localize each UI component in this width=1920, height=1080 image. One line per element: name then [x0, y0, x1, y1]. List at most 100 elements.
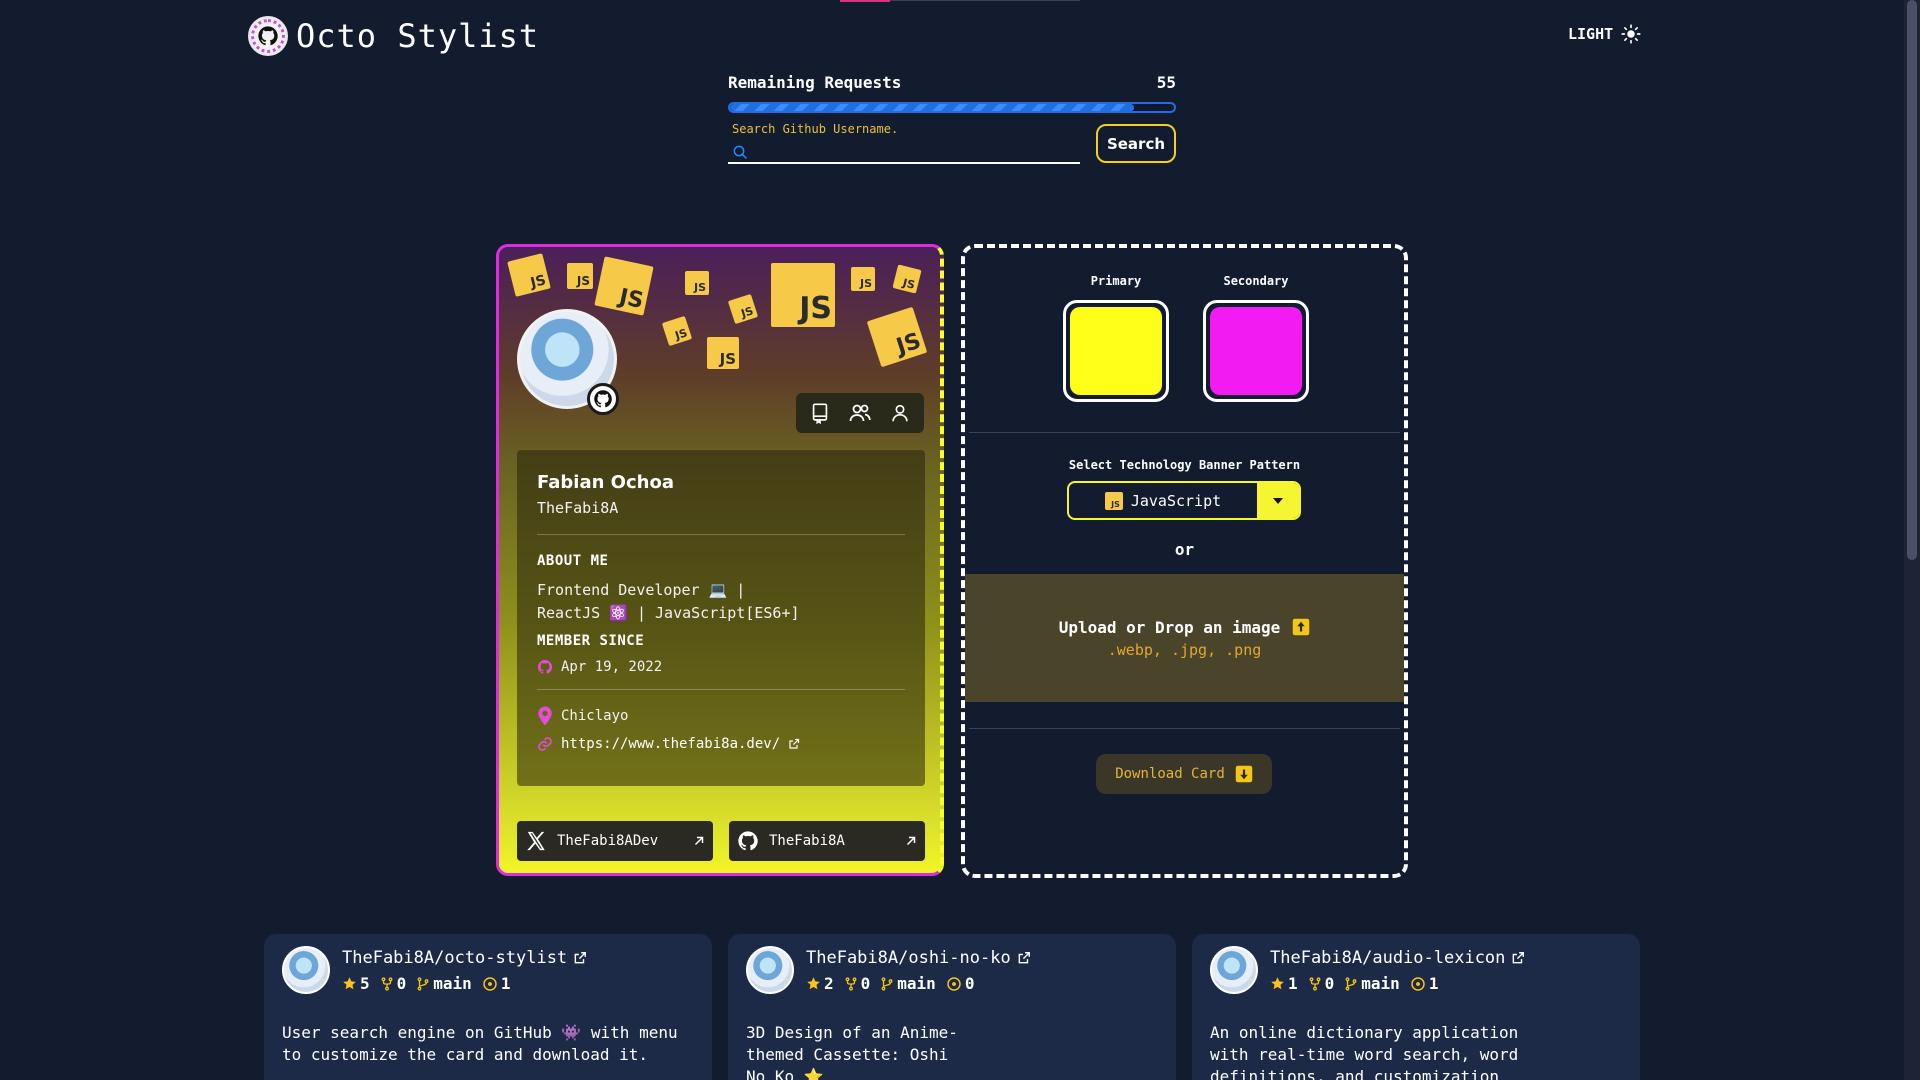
- issue-icon: [947, 976, 961, 991]
- repo-name[interactable]: TheFabi8A/oshi-no-ko: [806, 948, 1011, 968]
- twitter-handle: TheFabi8ADev: [557, 833, 659, 849]
- external-link-icon: [1018, 952, 1030, 964]
- external-link-icon: [1513, 952, 1525, 964]
- download-icon: [1235, 765, 1253, 783]
- pattern-label: Select Technology Banner Pattern: [1068, 458, 1301, 472]
- secondary-color-picker[interactable]: [1203, 300, 1309, 402]
- star-count: 1: [1288, 974, 1298, 993]
- divider: [969, 432, 1400, 433]
- search-button[interactable]: Search: [1096, 124, 1176, 163]
- download-card-button[interactable]: Download Card: [1096, 754, 1272, 794]
- external-link-icon: [789, 738, 800, 749]
- requests-count: 55: [1156, 73, 1176, 92]
- fork-icon: [1309, 976, 1321, 991]
- star-count: 2: [824, 974, 834, 993]
- js-tile: JS: [892, 264, 922, 294]
- search-input[interactable]: [756, 144, 1066, 160]
- repo-icon[interactable]: [806, 399, 834, 427]
- followers-icon[interactable]: [846, 399, 874, 427]
- app-logo[interactable]: Octo Stylist: [248, 16, 539, 56]
- issue-count: 1: [500, 974, 511, 993]
- js-tile: JS: [594, 256, 654, 316]
- secondary-color-group: Secondary: [1203, 274, 1309, 402]
- pattern-value: JavaScript: [1130, 491, 1222, 510]
- app-title: Octo Stylist: [296, 17, 540, 55]
- branch-name: main: [1361, 974, 1400, 993]
- secondary-color-label: Secondary: [1223, 274, 1289, 288]
- member-since-title: MEMBER SINCE: [537, 633, 645, 649]
- arrow-up-right-icon: [906, 836, 916, 846]
- upload-label: Upload or Drop an image: [1058, 617, 1281, 637]
- github-icon[interactable]: [587, 383, 619, 415]
- upload-icon: [1293, 618, 1310, 636]
- requests-label: Remaining Requests: [728, 73, 902, 92]
- branch-name: main: [433, 974, 472, 993]
- sun-icon: [1621, 24, 1641, 44]
- theme-toggle-button[interactable]: LIGHT: [1568, 24, 1641, 44]
- requests-progress-fill: [730, 104, 1135, 111]
- fork-icon: [845, 976, 857, 991]
- branch-icon: [417, 976, 429, 991]
- js-tile: JS: [685, 271, 709, 295]
- member-since-date: Apr 19, 2022: [561, 659, 663, 675]
- requests-progress-bar: [728, 102, 1176, 113]
- search-form: Search Github Username.: [728, 122, 1080, 164]
- website-link[interactable]: https://www.thefabi8a.dev/: [561, 736, 780, 752]
- avatar: [282, 946, 330, 994]
- github-icon: [738, 831, 758, 851]
- image-upload-dropzone[interactable]: Upload or Drop an image .webp, .jpg, .pn…: [965, 574, 1404, 702]
- primary-color-swatch: [1070, 307, 1162, 395]
- scrollbar-thumb[interactable]: [1907, 0, 1917, 560]
- chevron-down-icon[interactable]: [1257, 483, 1299, 518]
- primary-color-picker[interactable]: [1063, 300, 1169, 402]
- divider: [537, 689, 905, 690]
- profile-info-panel: Fabian Ochoa TheFabi8A ABOUT ME Frontend…: [517, 450, 925, 786]
- repo-name[interactable]: TheFabi8A/octo-stylist: [342, 948, 567, 968]
- page-scrollbar[interactable]: [1904, 0, 1920, 1080]
- js-tile: JS: [507, 253, 551, 297]
- profile-card: JS JS JS JS JS JS JS JS JS JS JS Fabian …: [496, 244, 944, 876]
- user-icon[interactable]: [886, 399, 914, 427]
- arrow-up-right-icon: [694, 836, 704, 846]
- about-text: Frontend Developer 💻 | ReactJS ⚛️ | Java…: [537, 579, 857, 625]
- repo-description: User search engine on GitHub 👾 with menu…: [282, 1023, 678, 1064]
- js-tile: JS: [707, 337, 739, 369]
- avatar: [1210, 946, 1258, 994]
- location-icon: [538, 706, 552, 726]
- repo-card[interactable]: TheFabi8A/octo-stylist 5 0 main 1 User s…: [264, 934, 712, 1080]
- issue-count: 1: [1428, 974, 1439, 993]
- star-icon: [807, 977, 820, 990]
- secondary-color-swatch: [1210, 307, 1302, 395]
- github-link-button[interactable]: TheFabi8A: [729, 821, 925, 861]
- website-row: https://www.thefabi8a.dev/: [537, 736, 905, 752]
- x-logo-icon: [527, 831, 545, 851]
- js-tile: JS: [866, 306, 928, 368]
- repo-card[interactable]: TheFabi8A/oshi-no-ko 2 0 main 0 3D Desig…: [728, 934, 1176, 1080]
- repo-name[interactable]: TheFabi8A/audio-lexicon: [1270, 948, 1505, 968]
- issue-count: 0: [964, 974, 975, 993]
- issue-icon: [1411, 976, 1425, 991]
- search-icon: [733, 145, 747, 159]
- fork-icon: [381, 976, 393, 991]
- js-tile: JS: [851, 267, 875, 291]
- primary-color-group: Primary: [1063, 274, 1169, 402]
- remaining-requests: Remaining Requests 55: [728, 73, 1176, 113]
- github-handle: TheFabi8A: [769, 833, 845, 849]
- fork-count: 0: [396, 974, 407, 993]
- fork-count: 0: [860, 974, 871, 993]
- js-tile: JS: [661, 315, 693, 347]
- location-text: Chiclayo: [561, 708, 629, 724]
- search-field: [728, 142, 1080, 164]
- js-tile: JS: [727, 293, 759, 325]
- divider: [537, 534, 905, 535]
- profile-actions: [796, 393, 924, 433]
- link-icon: [538, 737, 552, 751]
- divider: [969, 728, 1400, 729]
- profile-name: Fabian Ochoa: [537, 472, 674, 493]
- or-label: or: [1174, 540, 1195, 559]
- theme-label: LIGHT: [1568, 25, 1614, 43]
- twitter-link-button[interactable]: TheFabi8ADev: [517, 821, 713, 861]
- repo-card[interactable]: TheFabi8A/audio-lexicon 1 0 main 1 An on…: [1192, 934, 1640, 1080]
- js-tile: JS: [771, 263, 835, 327]
- pattern-select[interactable]: JS JavaScript: [1067, 481, 1301, 520]
